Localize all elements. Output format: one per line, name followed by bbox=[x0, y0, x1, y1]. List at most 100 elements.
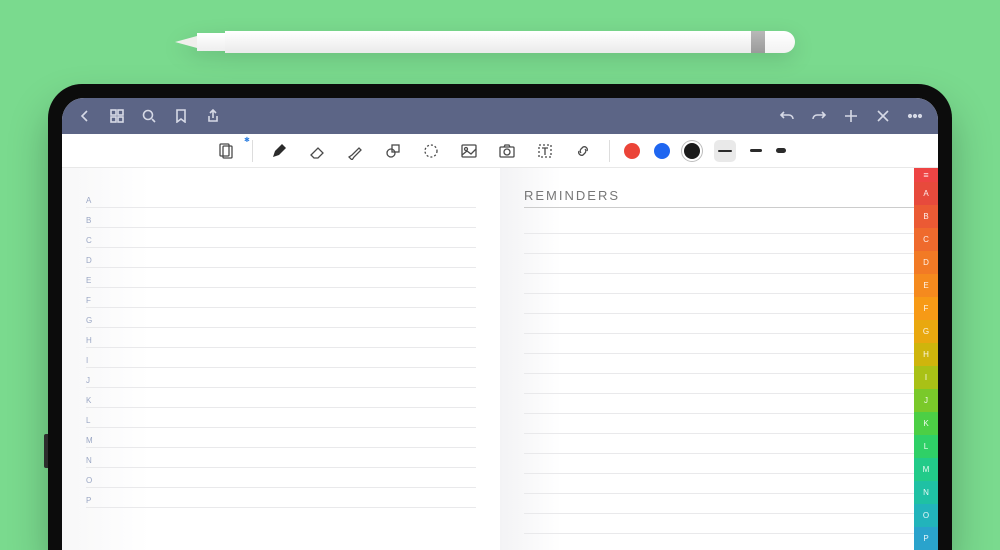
index-tab-m[interactable]: M bbox=[914, 458, 938, 481]
index-tab-i[interactable]: I bbox=[914, 366, 938, 389]
index-tab-o[interactable]: O bbox=[914, 504, 938, 527]
eraser-tool[interactable] bbox=[305, 139, 329, 163]
index-row-a[interactable]: A bbox=[86, 188, 476, 208]
stroke-size-1[interactable] bbox=[714, 140, 736, 162]
index-row-d[interactable]: D bbox=[86, 248, 476, 268]
index-letter: N bbox=[86, 456, 102, 467]
apple-pencil bbox=[175, 30, 795, 54]
index-letter: K bbox=[86, 396, 102, 407]
index-row-e[interactable]: E bbox=[86, 268, 476, 288]
index-tab-d[interactable]: D bbox=[914, 251, 938, 274]
grid-button[interactable] bbox=[108, 107, 126, 125]
reminder-line[interactable] bbox=[524, 254, 914, 274]
add-button[interactable] bbox=[842, 107, 860, 125]
bookmark-button[interactable] bbox=[172, 107, 190, 125]
index-row-o[interactable]: O bbox=[86, 468, 476, 488]
left-page[interactable]: ABCDEFGHIJKLMNOP bbox=[62, 168, 500, 550]
index-row-l[interactable]: L bbox=[86, 408, 476, 428]
back-button[interactable] bbox=[76, 107, 94, 125]
app-topbar bbox=[62, 98, 938, 134]
index-row-g[interactable]: G bbox=[86, 308, 476, 328]
color-blue[interactable] bbox=[654, 143, 670, 159]
index-letter: M bbox=[86, 436, 102, 447]
index-tab-k[interactable]: K bbox=[914, 412, 938, 435]
index-tab-h[interactable]: H bbox=[914, 343, 938, 366]
index-row-k[interactable]: K bbox=[86, 388, 476, 408]
pen-tool[interactable] bbox=[267, 139, 291, 163]
image-tool[interactable] bbox=[457, 139, 481, 163]
reminder-line[interactable] bbox=[524, 374, 914, 394]
reminder-line[interactable] bbox=[524, 274, 914, 294]
reminder-line[interactable] bbox=[524, 294, 914, 314]
share-button[interactable] bbox=[204, 107, 222, 125]
close-button[interactable] bbox=[874, 107, 892, 125]
toolbar-separator bbox=[609, 140, 610, 162]
index-letter: D bbox=[86, 256, 102, 267]
reminder-line[interactable] bbox=[524, 334, 914, 354]
index-row-i[interactable]: I bbox=[86, 348, 476, 368]
pages-tool[interactable] bbox=[214, 139, 238, 163]
index-letter: C bbox=[86, 236, 102, 247]
index-tab-l[interactable]: L bbox=[914, 435, 938, 458]
index-letter: P bbox=[86, 496, 102, 507]
index-row-p[interactable]: P bbox=[86, 488, 476, 508]
pencil-band bbox=[751, 31, 765, 53]
index-tab-a[interactable]: A bbox=[914, 182, 938, 205]
reminder-line[interactable] bbox=[524, 394, 914, 414]
index-tab-f[interactable]: F bbox=[914, 297, 938, 320]
index-letter: H bbox=[86, 336, 102, 347]
reminder-line[interactable] bbox=[524, 354, 914, 374]
index-row-f[interactable]: F bbox=[86, 288, 476, 308]
index-menu-tab[interactable]: ≡ bbox=[914, 168, 938, 182]
stroke-size-2[interactable] bbox=[750, 149, 762, 152]
bluetooth-badge: ✱ bbox=[244, 136, 250, 144]
highlighter-tool[interactable] bbox=[343, 139, 367, 163]
shapes-tool[interactable] bbox=[381, 139, 405, 163]
index-tab-j[interactable]: J bbox=[914, 389, 938, 412]
camera-tool[interactable] bbox=[495, 139, 519, 163]
toolbar-separator bbox=[252, 140, 253, 162]
reminder-line[interactable] bbox=[524, 474, 914, 494]
index-letter: J bbox=[86, 376, 102, 387]
volume-button bbox=[44, 434, 48, 468]
reminder-line[interactable] bbox=[524, 494, 914, 514]
index-row-j[interactable]: J bbox=[86, 368, 476, 388]
lasso-tool[interactable] bbox=[419, 139, 443, 163]
more-button[interactable] bbox=[906, 107, 924, 125]
index-letter: O bbox=[86, 476, 102, 487]
color-red[interactable] bbox=[624, 143, 640, 159]
index-letter: L bbox=[86, 416, 102, 427]
index-tab-b[interactable]: B bbox=[914, 205, 938, 228]
color-black[interactable] bbox=[684, 143, 700, 159]
pencil-cone bbox=[197, 33, 225, 51]
reminder-line[interactable] bbox=[524, 534, 914, 550]
redo-button[interactable] bbox=[810, 107, 828, 125]
search-button[interactable] bbox=[140, 107, 158, 125]
right-page[interactable]: REMINDERS bbox=[500, 168, 938, 550]
reminder-line[interactable] bbox=[524, 514, 914, 534]
index-tab-c[interactable]: C bbox=[914, 228, 938, 251]
reminder-line[interactable] bbox=[524, 214, 914, 234]
index-row-c[interactable]: C bbox=[86, 228, 476, 248]
reminder-line[interactable] bbox=[524, 314, 914, 334]
reminder-line[interactable] bbox=[524, 454, 914, 474]
index-letter: I bbox=[86, 356, 102, 367]
index-row-b[interactable]: B bbox=[86, 208, 476, 228]
index-tab-e[interactable]: E bbox=[914, 274, 938, 297]
reminder-line[interactable] bbox=[524, 414, 914, 434]
index-tab-p[interactable]: P bbox=[914, 527, 938, 550]
pencil-cap bbox=[765, 31, 795, 53]
reminder-line[interactable] bbox=[524, 434, 914, 454]
index-row-m[interactable]: M bbox=[86, 428, 476, 448]
link-tool[interactable] bbox=[571, 139, 595, 163]
stroke-size-3[interactable] bbox=[776, 148, 786, 153]
index-row-h[interactable]: H bbox=[86, 328, 476, 348]
index-tab-g[interactable]: G bbox=[914, 320, 938, 343]
undo-button[interactable] bbox=[778, 107, 796, 125]
reminder-line[interactable] bbox=[524, 234, 914, 254]
index-letter: E bbox=[86, 276, 102, 287]
text-tool[interactable] bbox=[533, 139, 557, 163]
index-row-n[interactable]: N bbox=[86, 448, 476, 468]
index-tab-n[interactable]: N bbox=[914, 481, 938, 504]
index-letter: B bbox=[86, 216, 102, 227]
